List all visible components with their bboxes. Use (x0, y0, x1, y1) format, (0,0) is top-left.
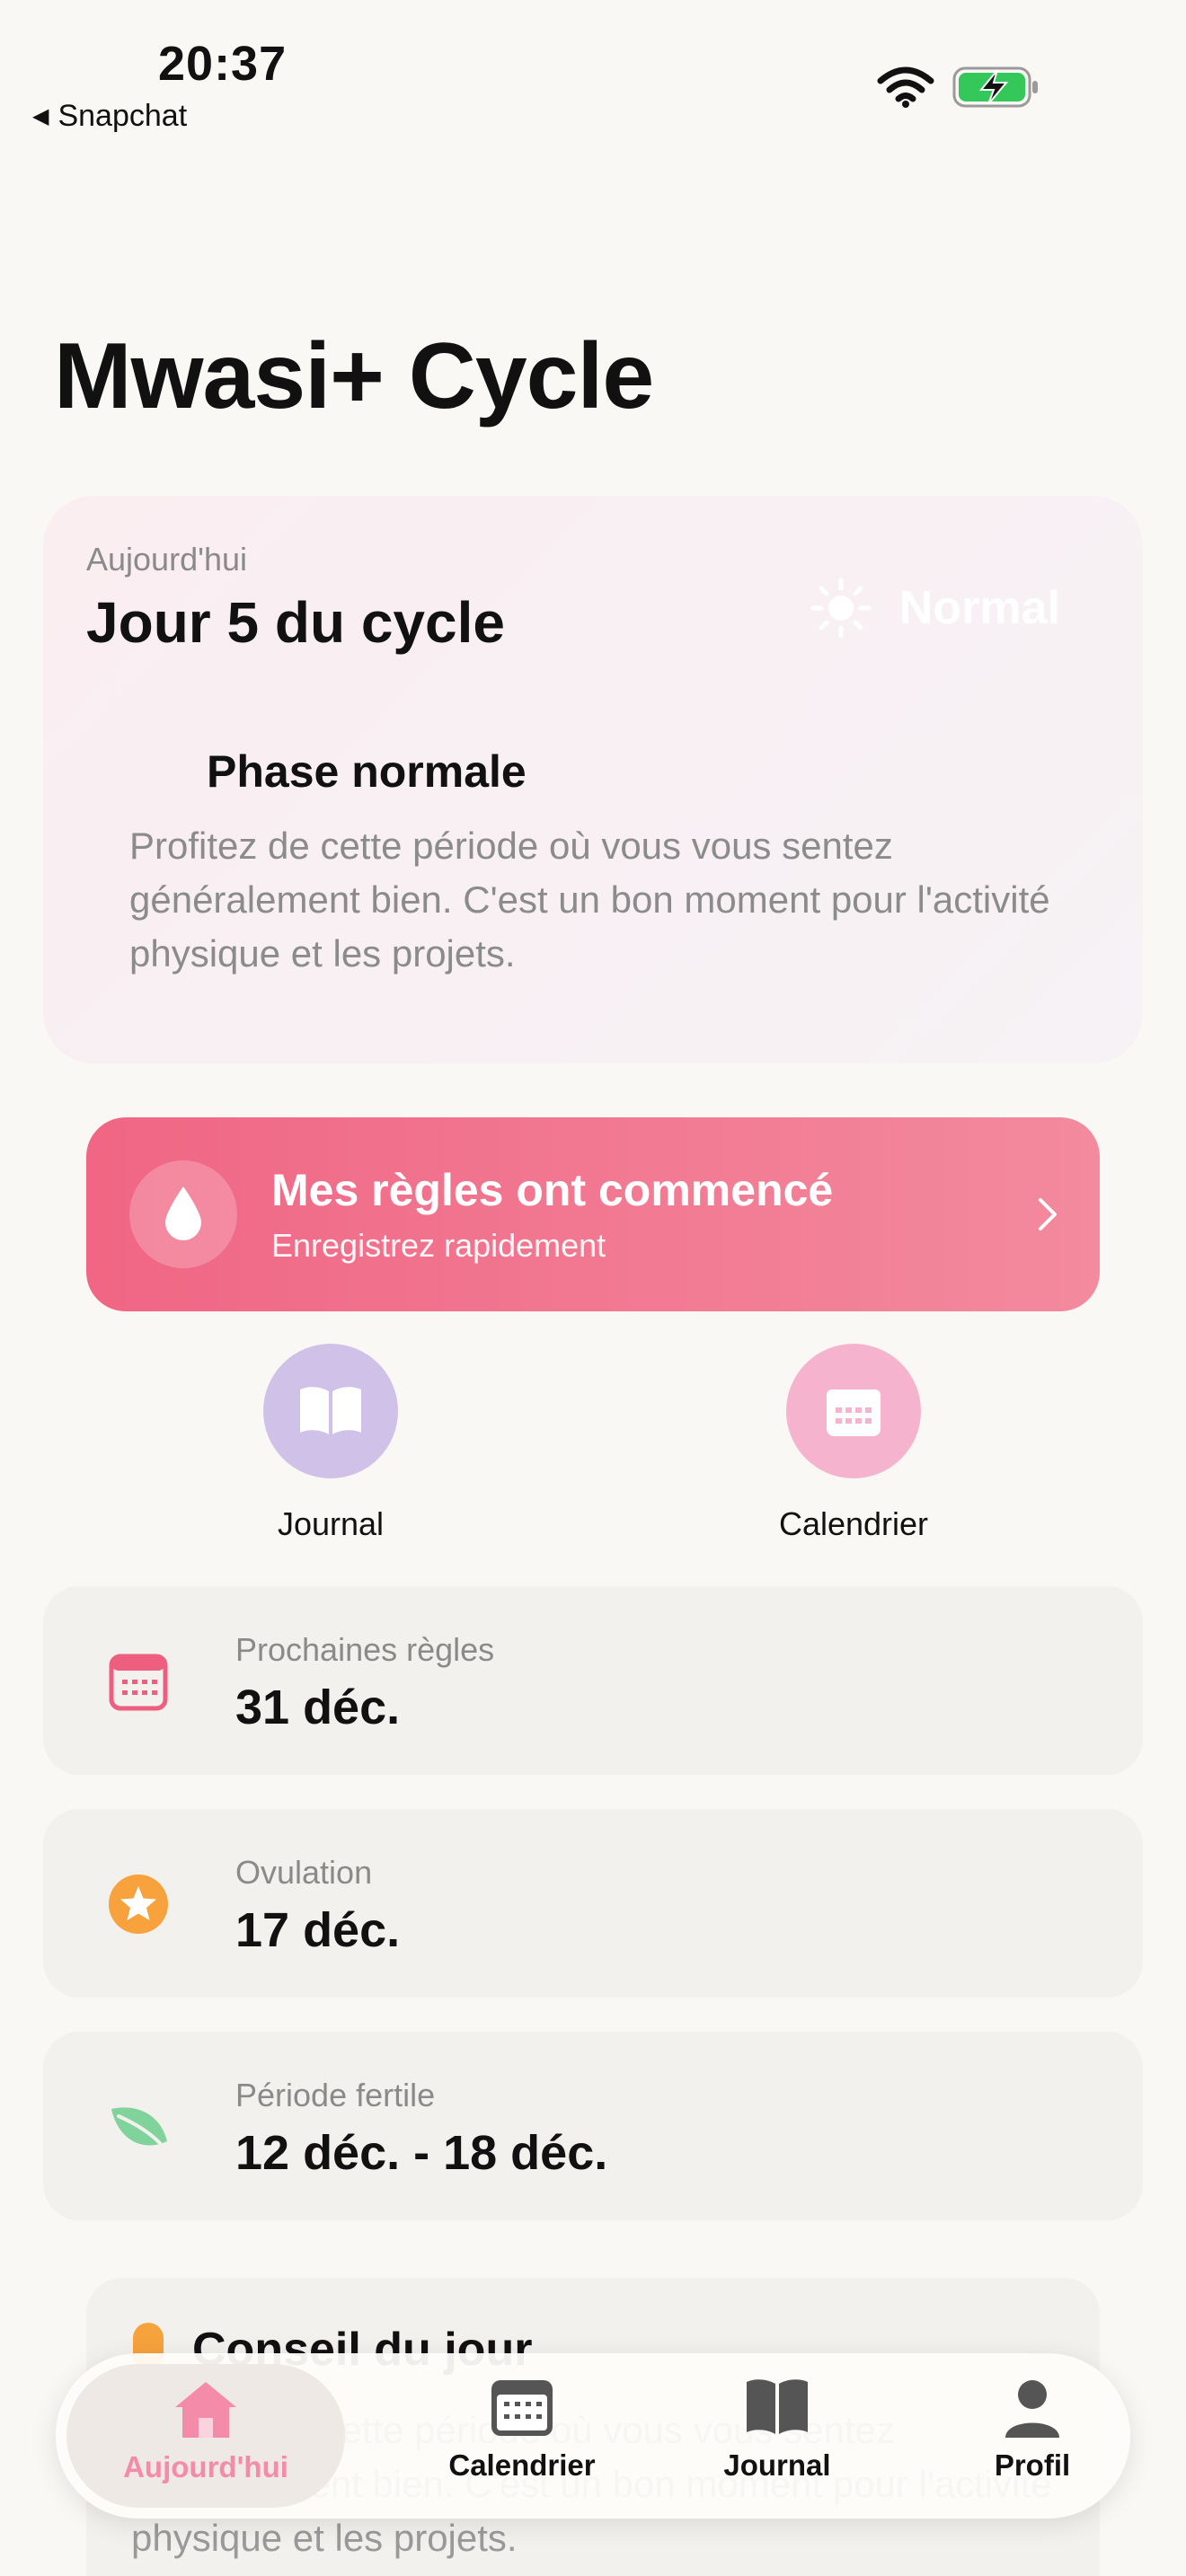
bottom-tab-bar: Aujourd'hui Calendrier Journal Profil (56, 2353, 1130, 2519)
calendar-circle (786, 1344, 921, 1478)
back-to-app-link[interactable]: ◀ Snapchat (32, 99, 187, 134)
tab-today[interactable]: Aujourd'hui (66, 2364, 345, 2508)
phase-title: Phase normale (207, 746, 527, 797)
phase-description: Profitez de cette période où vous vous s… (129, 825, 1050, 975)
calendar-icon (109, 1654, 168, 1711)
info-card-ovulation[interactable]: Ovulation 17 déc. (43, 1809, 1143, 1998)
star-icon (109, 1875, 168, 1934)
calendar-icon (827, 1389, 881, 1436)
app-title: Mwasi+ Cycle (54, 324, 654, 428)
drop-icon-circle (129, 1160, 237, 1268)
today-label: Aujourd'hui (86, 541, 247, 578)
book-icon (300, 1387, 361, 1434)
wifi-icon (877, 66, 934, 108)
info-card-label: Période fertile (235, 2077, 436, 2113)
status-time: 20:37 (158, 37, 288, 91)
info-card-next-period[interactable]: Prochaines règles 31 déc. (43, 1586, 1143, 1775)
info-card-fertile-window[interactable]: Période fertile 12 déc. - 18 déc. (43, 2032, 1143, 2220)
quick-action-journal[interactable]: Journal (196, 1344, 465, 1543)
period-button-title: Mes règles ont commencé (271, 1165, 834, 1215)
cycle-status-badge: Normal (810, 577, 1060, 640)
drop-icon (165, 1187, 201, 1240)
quick-action-calendar[interactable]: Calendrier (719, 1344, 988, 1543)
tab-calendar[interactable]: Calendrier (410, 2353, 634, 2519)
status-badge-label: Normal (898, 582, 1060, 634)
tab-journal[interactable]: Journal (665, 2353, 890, 2519)
back-app-label: Snapchat (58, 99, 188, 133)
cycle-status-card: Aujourd'hui Jour 5 du cycle Normal Phase… (43, 496, 1143, 1063)
period-button-subtitle: Enregistrez rapidement (271, 1227, 606, 1264)
info-card-label: Ovulation (235, 1854, 373, 1891)
cycle-day: Jour 5 du cycle (86, 590, 505, 655)
period-started-button[interactable]: Mes règles ont commencé Enregistrez rapi… (86, 1117, 1100, 1311)
journal-circle (263, 1344, 398, 1478)
sun-icon (810, 578, 872, 639)
quick-action-journal-label: Journal (277, 1505, 385, 1542)
info-card-value: 12 déc. - 18 déc. (235, 2126, 608, 2180)
tab-profile-label: Profil (994, 2448, 1071, 2482)
tab-journal-label: Journal (723, 2448, 831, 2482)
chevron-right-icon (1039, 1198, 1057, 1231)
info-card-value: 17 déc. (235, 1903, 401, 1957)
calendar-icon (491, 2380, 553, 2436)
person-icon (1005, 2380, 1059, 2438)
quick-action-calendar-label: Calendrier (778, 1505, 929, 1542)
leaf-icon (111, 2107, 167, 2146)
home-icon (175, 2382, 236, 2438)
book-icon (747, 2379, 808, 2434)
tab-profile[interactable]: Profil (920, 2353, 1145, 2519)
info-card-label: Prochaines règles (235, 1631, 495, 1668)
info-card-value: 31 déc. (235, 1681, 401, 1734)
back-triangle-icon: ◀ (32, 104, 49, 128)
tab-calendar-label: Calendrier (448, 2448, 596, 2482)
tab-today-label: Aujourd'hui (123, 2450, 288, 2483)
battery-charging-icon (952, 66, 1038, 108)
